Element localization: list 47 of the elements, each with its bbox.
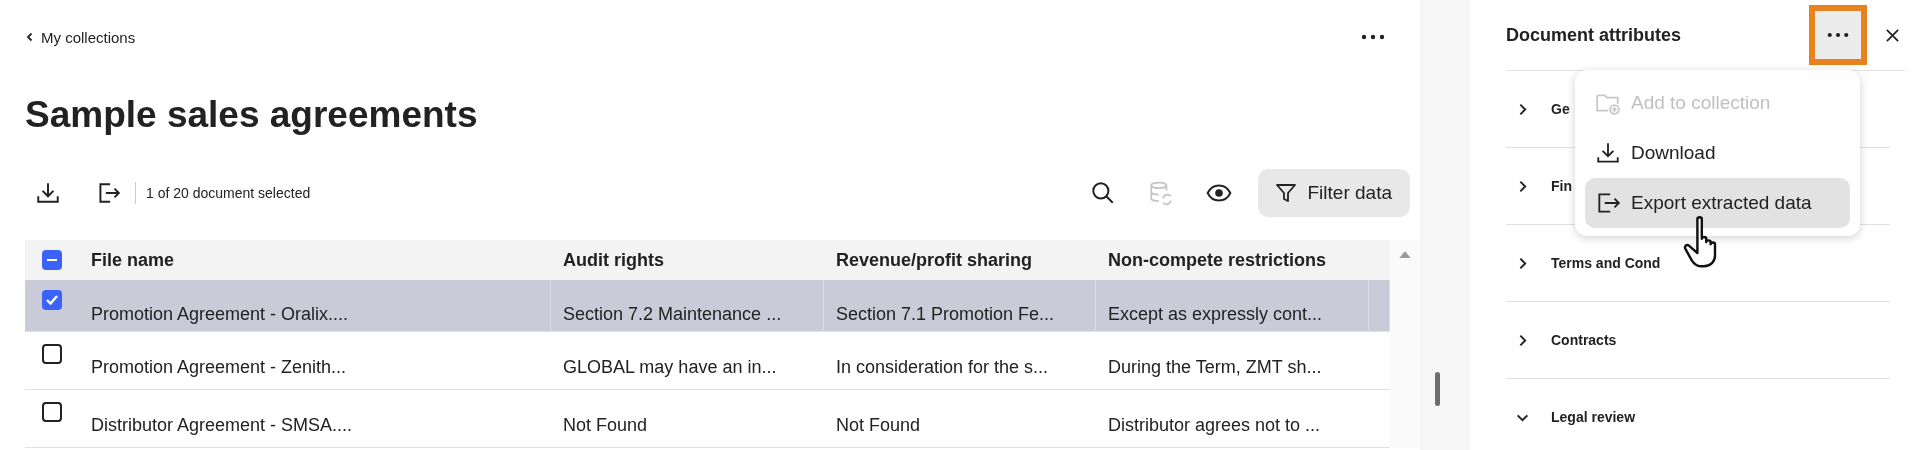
more-icon	[1827, 32, 1849, 38]
menu-item[interactable]: Export extracted data	[1585, 178, 1850, 228]
close-icon[interactable]	[1885, 27, 1900, 43]
filter-button[interactable]: Filter data	[1257, 169, 1410, 217]
column-header[interactable]: Audit rights	[551, 249, 824, 271]
section-label[interactable]: Legal review	[1551, 409, 1636, 425]
table-row[interactable]: Promotion Agreement - Oralix.... Section 7.2 Maintenance ... Section 7.1 Promotion Fe... Except as expressly cont...	[25, 280, 1390, 332]
table-cell: Distributor agrees not to ...	[1108, 415, 1321, 435]
filter-icon	[1273, 181, 1298, 205]
table-cell: During the Term, ZMT sh...	[1108, 357, 1322, 377]
menu-item[interactable]: Download	[1585, 128, 1850, 178]
table-cell: Not Found	[836, 415, 921, 435]
table-cell: Section 7.2 Maintenance ...	[563, 304, 782, 325]
back-link[interactable]: My collections	[25, 28, 136, 46]
export-icon	[1595, 190, 1621, 216]
section-label[interactable]: Terms and Cond	[1551, 255, 1661, 271]
section-label[interactable]: Contracts	[1551, 332, 1617, 348]
download-icon	[1595, 140, 1621, 166]
column-header[interactable]: Non-compete restrictions	[1096, 249, 1369, 271]
table-cell: In consideration for the s...	[836, 357, 1049, 377]
column-header[interactable]: Revenue/profit sharing	[824, 249, 1096, 271]
scroll-thumb[interactable]	[1435, 372, 1440, 406]
row-checkbox[interactable]	[42, 344, 62, 364]
selection-count: 1 of 20 document selected	[146, 185, 311, 201]
download-icon[interactable]	[35, 180, 61, 206]
back-icon	[25, 32, 35, 42]
table-cell: GLOBAL may have an in...	[563, 357, 777, 377]
row-checkbox[interactable]	[42, 402, 62, 422]
page-title: Sample sales agreements	[25, 93, 479, 137]
minus-icon	[47, 258, 57, 262]
panel-title: Document attributes	[1506, 24, 1683, 46]
section-label[interactable]: Fin	[1551, 178, 1572, 194]
table-cell: Not Found	[563, 415, 648, 435]
table-row[interactable]: Distributor Agreement - SMSA.... Not Found Not Found Distributor agrees not to ...	[25, 390, 1390, 448]
select-all-checkbox[interactable]	[42, 250, 62, 270]
table-cell: Promotion Agreement - Zenith...	[91, 357, 347, 377]
table-cell: Except as expressly cont...	[1108, 304, 1323, 325]
table-row[interactable]: Promotion Agreement - Zenith... GLOBAL may have an in... In consideration for the s... During the Term, ZMT sh...	[25, 332, 1390, 390]
more-icon[interactable]	[1361, 34, 1385, 40]
scroll-up-icon[interactable]	[1398, 250, 1412, 259]
table-cell: Section 7.1 Promotion Fe...	[836, 304, 1055, 325]
row-checkbox[interactable]	[42, 290, 62, 310]
table-cell: Promotion Agreement - Oralix....	[91, 304, 349, 325]
search-icon[interactable]	[1089, 180, 1116, 206]
table-cell: Distributor Agreement - SMSA....	[91, 415, 353, 435]
column-header[interactable]: File name	[79, 249, 551, 271]
section-label[interactable]: Ge	[1551, 101, 1570, 117]
